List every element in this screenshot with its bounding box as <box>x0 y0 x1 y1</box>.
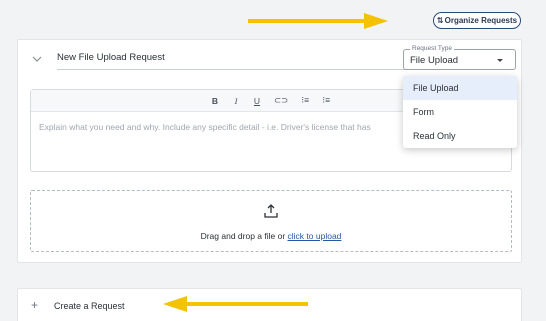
upload-icon <box>264 204 278 218</box>
create-request-label: Create a Request <box>54 301 125 311</box>
option-read-only[interactable]: Read Only <box>403 124 517 148</box>
italic-icon[interactable]: I <box>232 96 240 106</box>
request-type-legend: Request Type <box>410 45 454 52</box>
plus-icon: + <box>31 298 39 312</box>
annotation-arrow-left <box>163 296 308 312</box>
organize-requests-button[interactable]: ⇅ Organize Requests <box>433 12 521 29</box>
request-title-value: New File Upload Request <box>57 52 165 63</box>
bullet-list-icon[interactable]: ⁝≡ <box>322 95 330 106</box>
link-icon[interactable]: ⊂⊃ <box>274 95 288 106</box>
organize-requests-label: Organize Requests <box>444 16 518 25</box>
bold-icon[interactable]: B <box>211 96 219 106</box>
annotation-arrow-right <box>248 13 388 29</box>
chevron-down-icon[interactable] <box>31 53 43 65</box>
option-file-upload[interactable]: File Upload <box>403 76 517 100</box>
caret-down-icon <box>497 59 503 62</box>
request-title-field[interactable]: New File Upload Request <box>57 46 409 70</box>
request-type-value: File Upload <box>410 55 459 66</box>
sort-icon: ⇅ <box>436 16 444 25</box>
dropzone-instruction: Drag and drop a file or <box>200 231 288 241</box>
dropzone-text: Drag and drop a file or click to upload <box>31 231 511 241</box>
click-to-upload-link[interactable]: click to upload <box>288 231 342 241</box>
request-type-select[interactable]: Request Type File Upload <box>403 45 516 70</box>
file-dropzone[interactable]: Drag and drop a file or click to upload <box>30 190 512 252</box>
request-card: New File Upload Request Request Type Fil… <box>17 39 522 263</box>
ordered-list-icon[interactable]: ⁝≡ <box>301 95 309 106</box>
description-placeholder: Explain what you need and why. Include a… <box>39 122 371 132</box>
request-type-menu: File Upload Form Read Only <box>403 76 517 148</box>
underline-icon[interactable]: U <box>253 96 261 106</box>
option-form[interactable]: Form <box>403 100 517 124</box>
